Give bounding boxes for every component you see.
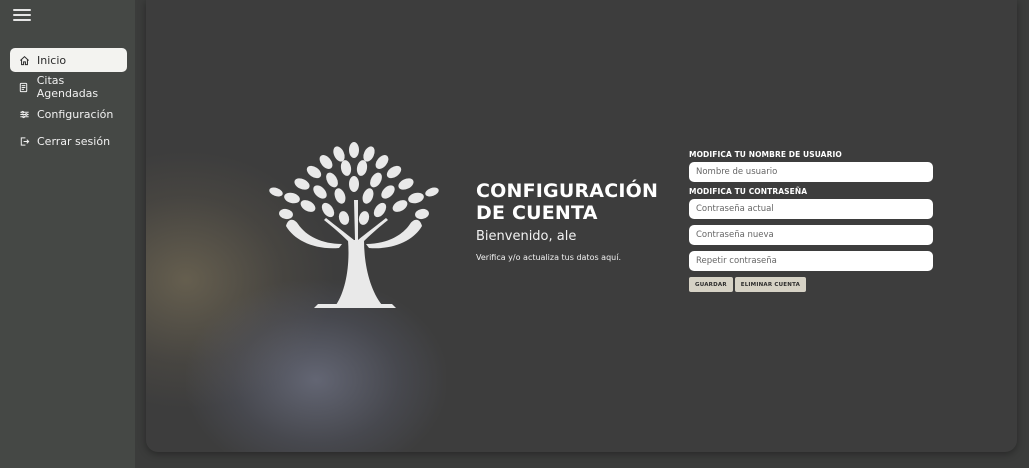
logout-icon bbox=[18, 135, 30, 147]
sidebar-item-label: Citas Agendadas bbox=[36, 74, 99, 100]
form-actions: GUARDAR ELIMINAR CUENTA bbox=[689, 277, 934, 292]
sidebar-item-label: Inicio bbox=[37, 53, 67, 67]
sidebar: Inicio Citas Agendadas Configuración Cer… bbox=[0, 0, 135, 468]
home-icon bbox=[18, 54, 30, 66]
sliders-icon bbox=[18, 108, 30, 120]
sidebar-item-label: Cerrar sesión bbox=[37, 134, 111, 148]
page-title-line1: CONFIGURACIÓN bbox=[476, 180, 659, 202]
save-button[interactable]: GUARDAR bbox=[689, 277, 733, 292]
new-password-input[interactable] bbox=[689, 225, 933, 245]
current-password-input[interactable] bbox=[689, 199, 933, 219]
username-input[interactable] bbox=[689, 162, 933, 182]
username-section-label: MODIFICA TU NOMBRE DE USUARIO bbox=[689, 150, 842, 159]
settings-card: CONFIGURACIÓN DE CUENTA Bienvenido, ale … bbox=[146, 0, 1017, 452]
page-title: CONFIGURACIÓN DE CUENTA bbox=[476, 180, 686, 224]
document-icon bbox=[18, 81, 30, 93]
sidebar-item-cerrar-sesion[interactable]: Cerrar sesión bbox=[10, 129, 127, 153]
tree-hands-logo bbox=[269, 142, 439, 308]
sidebar-item-inicio[interactable]: Inicio bbox=[10, 48, 127, 72]
sidebar-item-label: Configuración bbox=[37, 107, 114, 121]
account-form: MODIFICA TU NOMBRE DE USUARIO MODIFICA T… bbox=[689, 150, 934, 292]
welcome-text: Bienvenido, ale bbox=[476, 229, 577, 244]
repeat-password-input[interactable] bbox=[689, 251, 933, 271]
password-section-label: MODIFICA TU CONTRASEÑA bbox=[689, 187, 808, 196]
hamburger-menu-icon[interactable] bbox=[13, 9, 31, 21]
subtitle-text: Verifica y/o actualiza tus datos aquí. bbox=[476, 253, 621, 262]
sidebar-item-citas-agendadas[interactable]: Citas Agendadas bbox=[10, 74, 127, 100]
sidebar-item-configuracion[interactable]: Configuración bbox=[10, 102, 127, 126]
sidebar-nav: Inicio Citas Agendadas Configuración Cer… bbox=[10, 48, 127, 156]
delete-account-button[interactable]: ELIMINAR CUENTA bbox=[734, 277, 807, 292]
page-title-line2: DE CUENTA bbox=[476, 202, 598, 224]
